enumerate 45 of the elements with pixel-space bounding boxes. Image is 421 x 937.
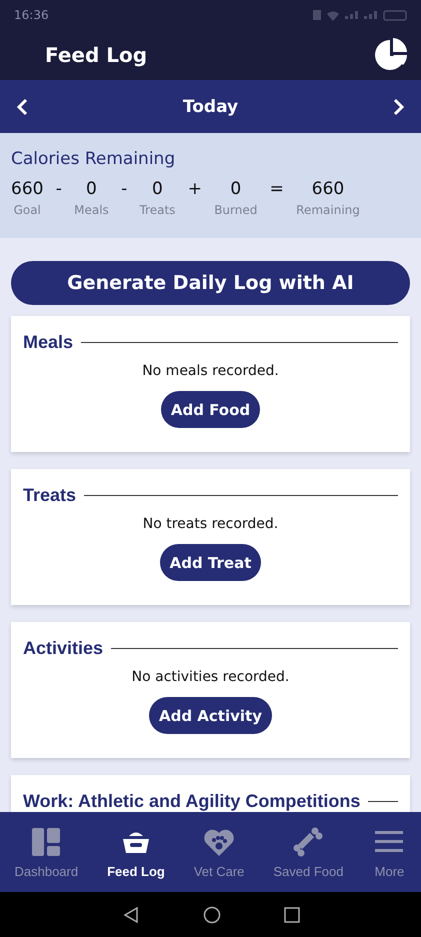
chevron-left-icon (16, 98, 28, 116)
status-time: 16:36 (14, 8, 49, 22)
operator-sign: = (270, 179, 284, 199)
calorie-label: Meals (74, 203, 109, 217)
operator-sign: - (121, 179, 128, 199)
calorie-label: Remaining (296, 203, 360, 217)
nav-tab[interactable]: Saved Food (273, 826, 344, 878)
add-button[interactable]: Add Activity (149, 697, 272, 734)
empty-message: No treats recorded. (142, 516, 278, 532)
calorie-label: Treats (139, 203, 176, 217)
section-title: Activities (23, 638, 104, 659)
signal-icon (345, 11, 358, 19)
bone-icon (291, 826, 326, 858)
chevron-right-icon (393, 98, 405, 116)
section-title: Meals (23, 332, 74, 353)
nav-tab[interactable]: Feed Log (107, 826, 165, 878)
calorie-value: 660 (11, 179, 44, 199)
home-icon[interactable] (202, 906, 220, 924)
empty-message: No activities recorded. (132, 669, 290, 685)
add-button[interactable]: Add Food (160, 391, 260, 428)
calories-title: Calories Remaining (11, 149, 176, 169)
date-label: Today (182, 96, 238, 116)
add-button[interactable]: Add Treat (160, 544, 262, 581)
section-title: Treats (23, 485, 76, 506)
recents-icon[interactable] (284, 906, 300, 922)
wifi-icon (327, 10, 339, 20)
section-title: Work: Athletic and Agility Competitions (23, 791, 360, 812)
calorie-label: Burned (214, 203, 258, 217)
nav-tab[interactable]: Vet Care (194, 826, 244, 878)
battery-icon (383, 10, 407, 20)
pie-chart-icon[interactable] (374, 38, 408, 72)
nav-tab[interactable]: Dashboard (14, 826, 78, 878)
back-icon[interactable] (122, 906, 140, 924)
generate-log-button[interactable]: Generate Daily Log with AI (11, 261, 410, 305)
page-title: Feed Log (45, 43, 148, 67)
empty-message: No meals recorded. (142, 363, 279, 379)
calorie-value: 0 (152, 179, 163, 199)
calorie-value: 0 (86, 179, 97, 199)
signal-icon (364, 11, 377, 19)
calorie-label: Goal (14, 203, 41, 217)
calorie-value: 0 (230, 179, 242, 199)
calorie-value: 660 (312, 179, 344, 199)
nav-tab[interactable]: More (372, 826, 406, 878)
operator-sign: + (188, 179, 202, 199)
operator-sign: - (56, 179, 62, 199)
